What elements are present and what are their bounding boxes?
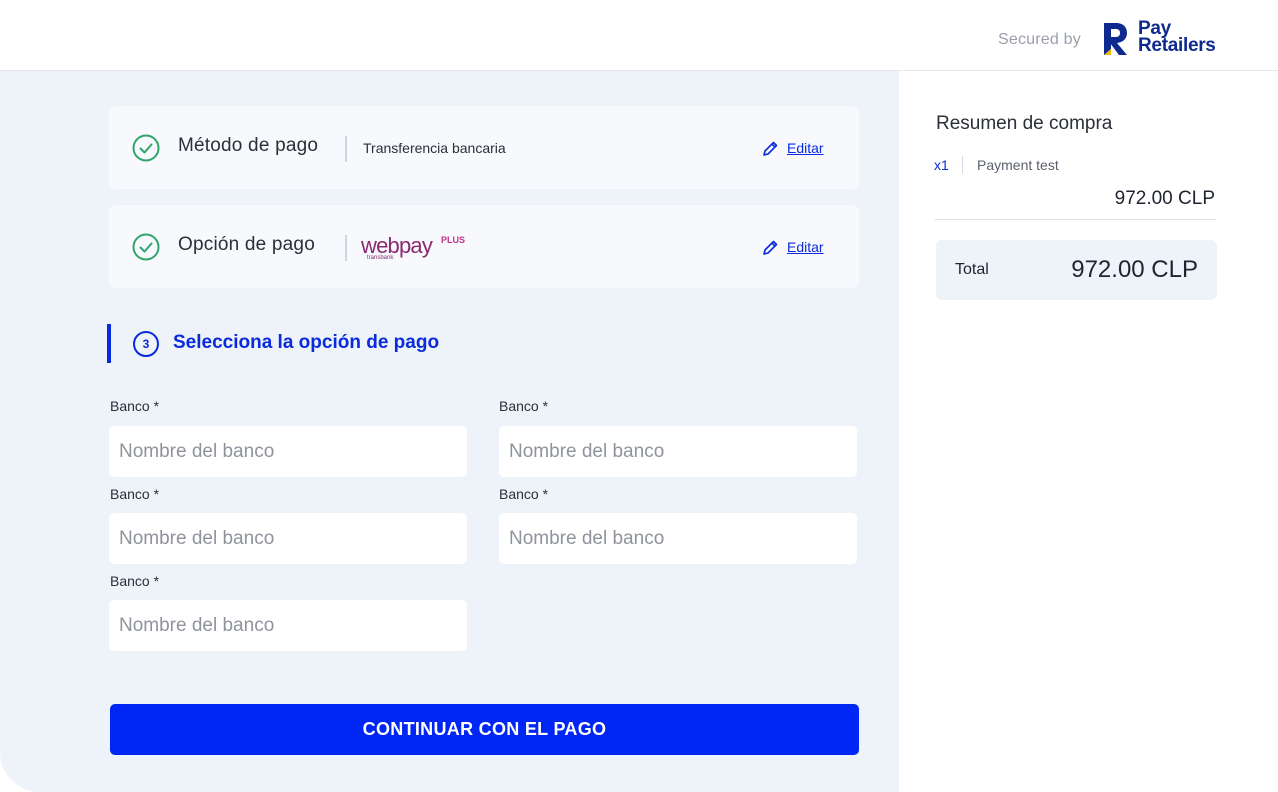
- total-label: Total: [955, 261, 989, 278]
- payment-option-card: Opción de pago webpay PLUS transbank Edi…: [109, 205, 859, 288]
- divider: [962, 156, 963, 174]
- brand-line-2: Retailers: [1138, 35, 1216, 56]
- edit-label[interactable]: Editar: [787, 140, 824, 156]
- item-name: Payment test: [977, 157, 1059, 173]
- payment-method-value: Transferencia bancaria: [363, 140, 506, 156]
- edit-label[interactable]: Editar: [787, 239, 824, 255]
- continue-payment-button[interactable]: CONTINUAR CON EL PAGO: [110, 704, 859, 755]
- bank-name-input[interactable]: [109, 600, 467, 651]
- edit-payment-method-link[interactable]: Editar: [762, 138, 824, 158]
- payment-method-title: Método de pago: [178, 135, 319, 156]
- summary-divider: [935, 219, 1216, 220]
- webpay-logo-sub: transbank: [367, 255, 394, 261]
- current-step-heading: 3 Selecciona la opción de pago: [107, 324, 507, 363]
- bank-name-input[interactable]: [499, 426, 857, 477]
- bank-name-input[interactable]: [109, 513, 467, 564]
- webpay-plus-logo: webpay PLUS transbank: [361, 231, 469, 263]
- secured-by-label: Secured by: [998, 31, 1081, 48]
- total-box: Total 972.00 CLP: [936, 240, 1217, 300]
- bank-field-label: Banco *: [110, 398, 160, 414]
- check-circle-icon: [132, 134, 160, 162]
- bank-field-label: Banco *: [110, 573, 160, 589]
- current-step-title: Selecciona la opción de pago: [173, 332, 440, 353]
- bank-name-input[interactable]: [499, 513, 857, 564]
- payment-method-card: Método de pago Transferencia bancaria Ed…: [109, 106, 859, 189]
- divider: [345, 235, 347, 261]
- webpay-logo-plus: PLUS: [441, 235, 466, 245]
- bank-field-label: Banco *: [110, 486, 160, 502]
- bank-field-label: Banco *: [499, 486, 549, 502]
- bank-field-label: Banco *: [499, 398, 549, 414]
- payretailers-logo-mark-icon: [1104, 23, 1127, 55]
- check-circle-icon: [132, 233, 160, 261]
- total-value: 972.00 CLP: [1071, 256, 1198, 283]
- summary-title: Resumen de compra: [936, 113, 1113, 134]
- item-quantity: x1: [934, 157, 949, 173]
- pencil-icon: [763, 240, 778, 255]
- bank-name-input[interactable]: [109, 426, 467, 477]
- payretailers-wordmark: Pay Retailers: [1138, 19, 1216, 56]
- pencil-icon: [763, 141, 778, 156]
- step-number-badge: 3: [133, 331, 159, 357]
- top-bar: Secured by Pay Retailers: [0, 0, 1278, 71]
- item-price: 972.00 CLP: [1114, 188, 1215, 209]
- edit-payment-option-link[interactable]: Editar: [762, 237, 824, 257]
- payretailers-logo: Pay Retailers: [1102, 19, 1220, 60]
- payment-option-title: Opción de pago: [178, 234, 315, 255]
- divider: [345, 136, 347, 162]
